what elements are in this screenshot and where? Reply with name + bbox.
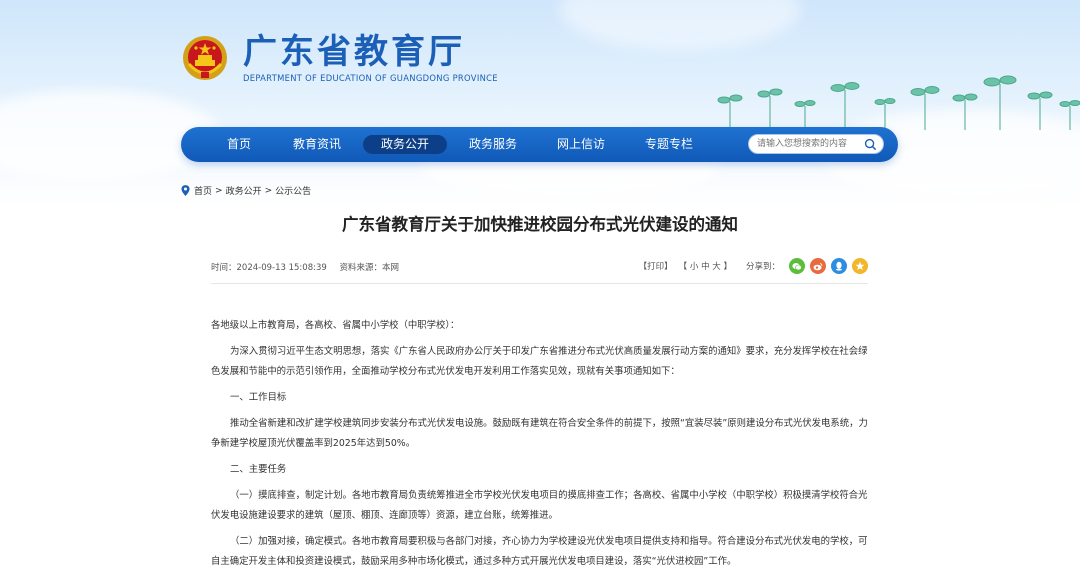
nav-special-topics[interactable]: 专题专栏: [639, 135, 699, 154]
breadcrumb-announcements[interactable]: 公示公告: [275, 184, 311, 197]
sprouts-decoration-icon: [717, 75, 1080, 130]
meta-divider: [211, 283, 868, 284]
wechat-icon[interactable]: [789, 258, 805, 274]
search-icon[interactable]: [864, 138, 877, 151]
breadcrumb: 首页 > 政务公开 > 公示公告: [181, 184, 311, 197]
intro-paragraph: 为深入贯彻习近平生态文明思想，落实《广东省人民政府办公厅关于印发广东省推进分布式…: [211, 346, 868, 377]
site-logo[interactable]: 广东省教育厅 DEPARTMENT OF EDUCATION OF GUANGD…: [181, 33, 498, 83]
print-link[interactable]: 【打印】: [639, 260, 673, 272]
publish-time: 时间：2024-09-13 15:08:39: [211, 263, 327, 273]
article-meta: 时间：2024-09-13 15:08:39 资料来源：本网 【打印】 【 小 …: [211, 258, 868, 276]
national-emblem-icon: [183, 36, 227, 80]
nav-education-news[interactable]: 教育资讯: [287, 135, 347, 154]
search-box: [748, 134, 884, 154]
share-label: 分享到：: [745, 262, 780, 272]
task-paragraph-2: （二）加强对接，确定模式。各地市教育局要积极与各部门对接，齐心协力为学校建设光伏…: [211, 536, 868, 567]
section-heading-goals: 一、工作目标: [230, 392, 287, 403]
salutation: 各地级以上市教育局，各高校、省属中小学校（中职学校）：: [211, 320, 460, 331]
breadcrumb-separator: >: [215, 185, 223, 196]
search-input[interactable]: [757, 137, 857, 151]
main-nav: 首页 教育资讯 政务公开 政务服务 网上信访 专题专栏: [181, 127, 898, 162]
task-paragraph-1: （一）摸底排查，制定计划。各地市教育局负责统筹推进全市学校光伏发电项目的摸底排查…: [211, 490, 868, 521]
goals-paragraph: 推动全省新建和改扩建学校建筑同步安装分布式光伏发电设施。鼓励既有建筑在符合安全条…: [211, 418, 868, 449]
breadcrumb-home[interactable]: 首页: [194, 184, 212, 197]
article-title: 广东省教育厅关于加快推进校园分布式光伏建设的通知: [342, 215, 738, 234]
nav-government-affairs[interactable]: 政务公开: [363, 135, 447, 154]
breadcrumb-government-affairs[interactable]: 政务公开: [226, 184, 262, 197]
breadcrumb-separator: >: [264, 185, 273, 196]
article-source: 资料来源：本网: [339, 263, 399, 273]
nav-online-petition[interactable]: 网上信访: [551, 135, 611, 154]
font-size-switcher[interactable]: 【 小 中 大 】: [679, 260, 732, 272]
qq-icon[interactable]: [831, 258, 847, 274]
header-banner: 广东省教育厅 DEPARTMENT OF EDUCATION OF GUANGD…: [0, 0, 1080, 205]
nav-home[interactable]: 首页: [211, 135, 267, 154]
article-body: 各地级以上市教育局，各高校、省属中小学校（中职学校）： 为深入贯彻习近平生态文明…: [211, 316, 876, 578]
site-name: 广东省教育厅: [243, 32, 465, 72]
qzone-icon[interactable]: [852, 258, 868, 274]
location-pin-icon: [181, 185, 190, 196]
section-heading-tasks: 二、主要任务: [230, 464, 287, 475]
site-name-en: DEPARTMENT OF EDUCATION OF GUANGDONG PRO…: [243, 73, 498, 83]
nav-government-services[interactable]: 政务服务: [463, 135, 523, 154]
weibo-icon[interactable]: [810, 258, 826, 274]
